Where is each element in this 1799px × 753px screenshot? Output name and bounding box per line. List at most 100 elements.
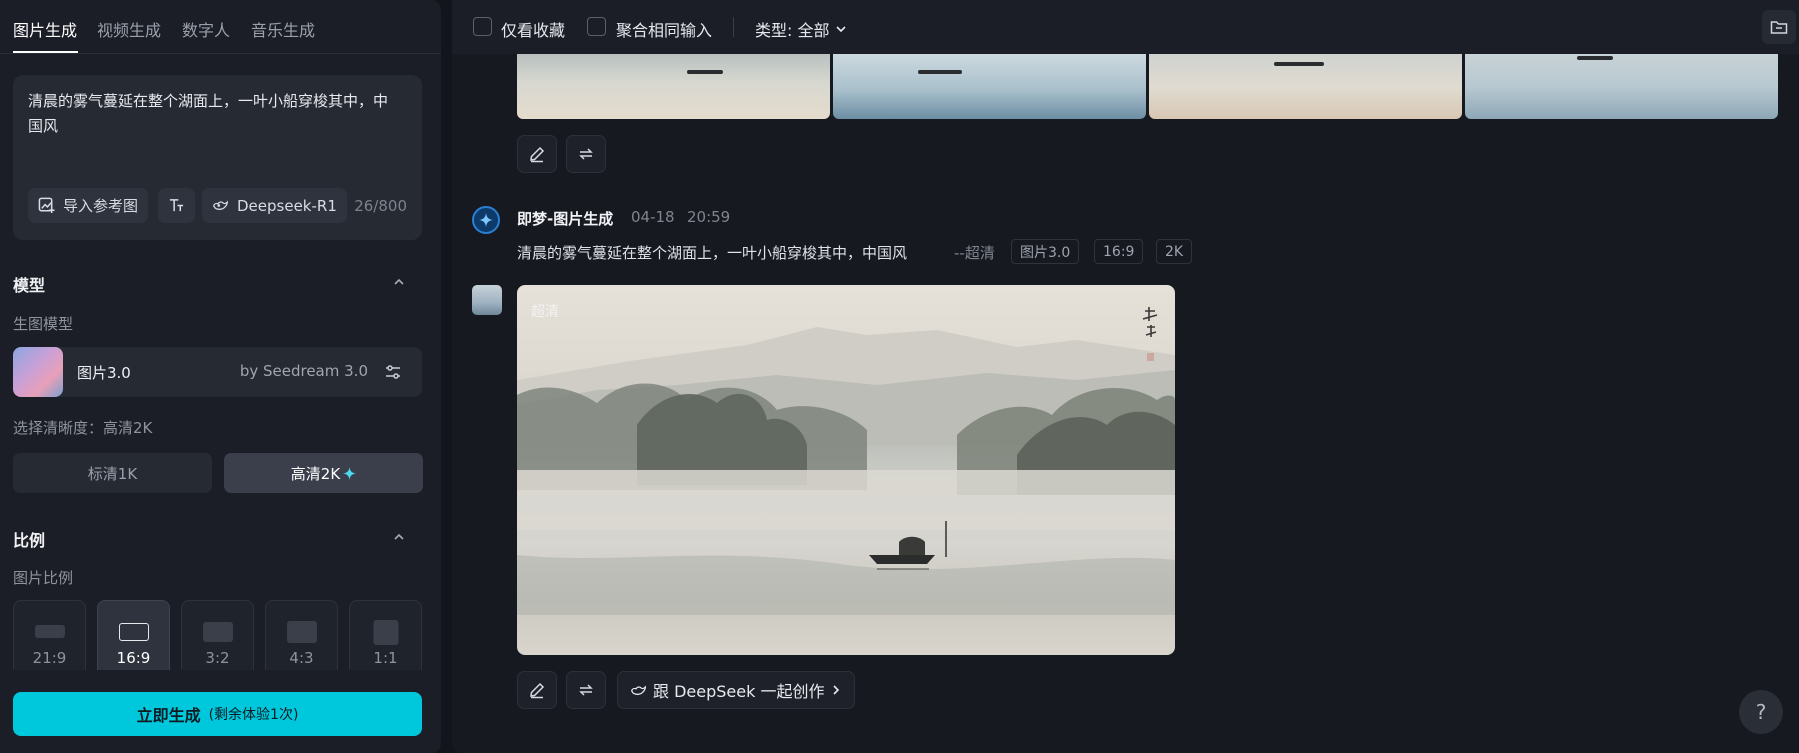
ratio-1-1[interactable]: 1:1 (349, 600, 422, 680)
ratio-label: 4:3 (289, 649, 314, 667)
regenerate-button[interactable] (566, 135, 606, 173)
regenerate-button[interactable] (566, 671, 606, 709)
edit-button[interactable] (517, 671, 557, 709)
resolution-label: 选择清晰度：高清2K (13, 419, 153, 437)
generated-image[interactable]: 超清 (517, 285, 1175, 655)
model-section-title: 模型 (13, 276, 46, 295)
pencil-icon (530, 146, 545, 163)
image-add-icon (38, 197, 55, 214)
boat-shape (1274, 62, 1324, 66)
tab-image-gen[interactable]: 图片生成 (13, 17, 77, 41)
merge-checkbox[interactable] (587, 17, 606, 36)
filter-bar: 仅看收藏 聚合相同输入 类型: 全部 (452, 0, 1799, 54)
previous-result-image[interactable] (1149, 54, 1462, 119)
pencil-icon (530, 682, 545, 699)
previous-result-image[interactable] (1465, 54, 1778, 119)
chevron-up-icon[interactable] (392, 530, 406, 544)
ratio-3-2[interactable]: 3:2 (181, 600, 254, 680)
tab-music-gen[interactable]: 音乐生成 (251, 17, 315, 41)
settings-sliders-icon[interactable] (384, 363, 402, 381)
sparkle-icon (343, 466, 357, 480)
type-filter-dropdown[interactable]: 类型: 全部 (755, 17, 847, 41)
deepseek-label: Deepseek-R1 (237, 196, 337, 215)
import-reference-button[interactable]: 导入参考图 (28, 188, 149, 223)
ratio-shape-icon (118, 623, 149, 641)
ratio-label: 21:9 (32, 649, 67, 667)
refresh-icon (579, 148, 593, 160)
message-title: 即梦-图片生成 (517, 210, 614, 228)
previous-result-image[interactable] (833, 54, 1146, 119)
ratio-shape-icon (202, 622, 233, 642)
resolution-1k-label: 标清1K (87, 464, 138, 483)
ratio-label: 16:9 (116, 649, 151, 667)
ratio-tag: 16:9 (1094, 239, 1144, 264)
text-style-button[interactable] (158, 188, 195, 223)
deepseek-create-label: 跟 DeepSeek 一起创作 (653, 682, 825, 701)
resolution-2k-button[interactable]: 高清2K (224, 453, 423, 493)
ratio-4-3[interactable]: 4:3 (265, 600, 338, 680)
favorites-checkbox[interactable] (473, 17, 492, 36)
ratio-16-9[interactable]: 16:9 (97, 600, 170, 680)
prompt-input[interactable]: 清晨的雾气蔓延在整个湖面上，一叶小船穿梭其中，中国风 (28, 89, 388, 139)
model-provider: by Seedream 3.0 (239, 362, 368, 380)
edit-button[interactable] (517, 135, 557, 173)
resolution-tag: 2K (1156, 239, 1193, 264)
ratio-21-9[interactable]: 21:9 (13, 600, 86, 680)
tab-video-gen[interactable]: 视频生成 (97, 17, 161, 41)
folder-button[interactable] (1762, 10, 1796, 44)
message-prompt[interactable]: 清晨的雾气蔓延在整个湖面上，一叶小船穿梭其中，中国风 (517, 242, 907, 263)
char-count: 26/800 (354, 197, 407, 215)
generate-button[interactable]: 立即生成 (剩余体验1次) (13, 692, 422, 736)
model-thumbnail (13, 347, 63, 397)
generate-remaining: (剩余体验1次) (208, 707, 299, 723)
model-sub-label: 生图模型 (13, 315, 74, 333)
help-icon: ? (1755, 700, 1767, 724)
model-selector[interactable]: 图片3.0 by Seedream 3.0 (13, 347, 422, 397)
star-icon (479, 213, 493, 227)
boat-shape (687, 70, 723, 74)
whale-icon (213, 200, 228, 210)
scroll-fade (0, 670, 441, 680)
boat-shape (1577, 56, 1613, 60)
hd-badge: 超清 (531, 304, 559, 320)
ratio-shape-icon (286, 621, 317, 643)
ratio-shape-icon (34, 625, 65, 638)
deepseek-model-button[interactable]: Deepseek-R1 (202, 188, 347, 223)
left-panel: 图片生成 视频生成 数字人 音乐生成 清晨的雾气蔓延在整个湖面上，一叶小船穿梭其… (0, 0, 441, 753)
message-time: 20:59 (687, 208, 731, 226)
landscape-painting (517, 307, 1175, 615)
merge-label[interactable]: 聚合相同输入 (616, 17, 712, 41)
previous-result-image[interactable] (517, 54, 830, 119)
import-reference-label: 导入参考图 (63, 197, 139, 215)
user-avatar (472, 285, 502, 315)
jimeng-avatar (472, 206, 500, 234)
favorites-label[interactable]: 仅看收藏 (501, 17, 565, 41)
ratio-shape-icon (373, 620, 398, 645)
whale-icon (631, 685, 646, 695)
prompt-box[interactable]: 清晨的雾气蔓延在整个湖面上，一叶小船穿梭其中，中国风 导入参考图 Deepsee… (13, 75, 422, 240)
chevron-down-icon (836, 26, 847, 33)
folder-icon (1770, 21, 1788, 34)
message-date: 04-18 (631, 208, 675, 226)
divider (733, 17, 734, 37)
active-tab-indicator (13, 51, 78, 53)
help-button[interactable]: ? (1739, 690, 1783, 734)
model-name: 图片3.0 (77, 364, 131, 382)
generate-label: 立即生成 (136, 706, 201, 725)
tab-digital-human[interactable]: 数字人 (182, 17, 230, 41)
generator-tabs: 图片生成 视频生成 数字人 音乐生成 (0, 0, 441, 54)
chevron-right-icon (833, 685, 840, 695)
ratio-label: 1:1 (373, 649, 398, 667)
ratio-sub-label: 图片比例 (13, 569, 74, 587)
model-tag: 图片3.0 (1011, 239, 1080, 264)
chevron-up-icon[interactable] (392, 275, 406, 289)
type-filter-label: 类型: 全部 (755, 21, 830, 40)
deepseek-create-button[interactable]: 跟 DeepSeek 一起创作 (617, 671, 856, 709)
results-panel: 仅看收藏 聚合相同输入 类型: 全部 即梦-图片生成 04-18 20:59 清… (452, 0, 1799, 753)
text-format-icon (169, 199, 184, 212)
resolution-2k-label: 高清2K (290, 464, 341, 483)
boat-shape (918, 70, 962, 74)
ratio-section-title: 比例 (13, 531, 46, 550)
resolution-1k-button[interactable]: 标清1K (13, 453, 212, 493)
message-flag: --超清 (954, 244, 995, 262)
